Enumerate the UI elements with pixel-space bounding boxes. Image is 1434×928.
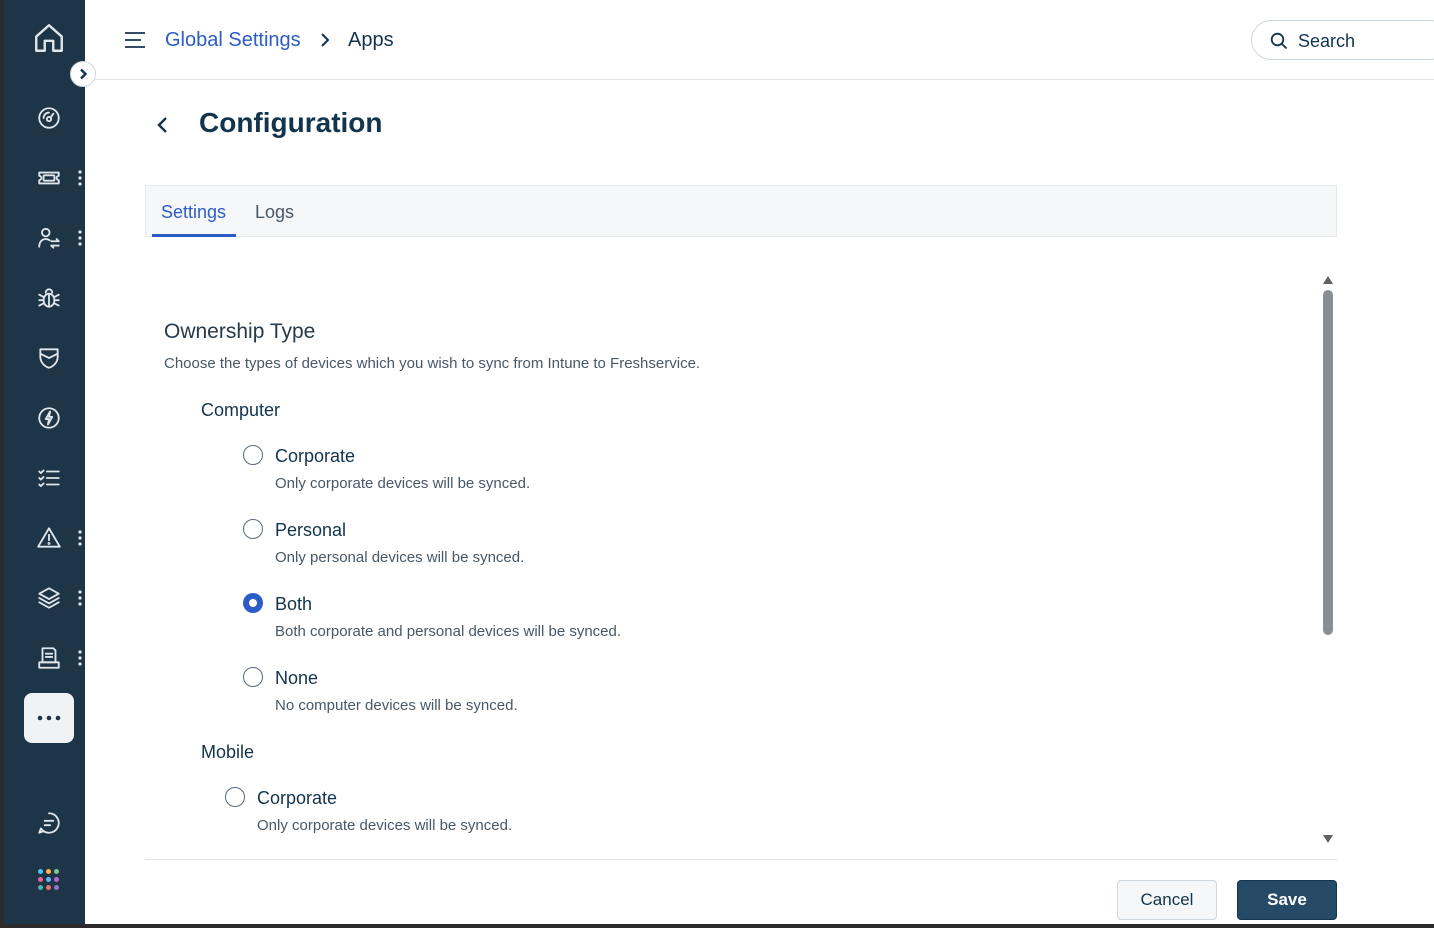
computer-none-label[interactable]: None bbox=[275, 668, 318, 689]
computer-personal-radio[interactable] bbox=[243, 519, 263, 539]
mobile-corporate-label[interactable]: Corporate bbox=[257, 788, 337, 809]
user-switch-menu-icon[interactable] bbox=[75, 228, 85, 248]
dashboard-icon[interactable] bbox=[32, 101, 66, 135]
hamburger-menu-icon[interactable] bbox=[124, 30, 146, 50]
lightning-icon[interactable] bbox=[32, 401, 66, 435]
computer-none-description: No computer devices will be synced. bbox=[275, 697, 518, 714]
scroll-down-arrow-icon[interactable] bbox=[1322, 831, 1334, 843]
tab-bar: Settings Logs bbox=[145, 185, 1337, 237]
layers-icon[interactable] bbox=[32, 581, 66, 615]
search-placeholder: Search bbox=[1298, 31, 1356, 51]
more-icon bbox=[37, 715, 61, 721]
app-frame: Global Settings Apps Search Configuratio… bbox=[0, 0, 1434, 924]
layers-menu-icon[interactable] bbox=[75, 588, 85, 608]
scroll-up-arrow-icon[interactable] bbox=[1322, 272, 1334, 284]
tab-settings[interactable]: Settings bbox=[161, 202, 226, 223]
breadcrumb-current: Apps bbox=[348, 29, 394, 51]
search-icon bbox=[1270, 32, 1288, 50]
sidebar-expand-button[interactable] bbox=[70, 61, 96, 87]
mobile-group-title: Mobile bbox=[201, 742, 255, 762]
mobile-corporate-radio[interactable] bbox=[225, 787, 245, 807]
section-title: Ownership Type bbox=[164, 320, 316, 343]
chevron-right-icon bbox=[317, 31, 333, 49]
ticket-menu-icon[interactable] bbox=[75, 168, 85, 188]
computer-both-label[interactable]: Both bbox=[275, 594, 312, 615]
more-button[interactable] bbox=[24, 693, 74, 743]
computer-corporate-radio[interactable] bbox=[243, 445, 263, 465]
settings-scroll-area[interactable]: Ownership Type Choose the types of devic… bbox=[145, 262, 1337, 847]
section-description: Choose the types of devices which you wi… bbox=[164, 355, 701, 372]
save-button[interactable]: Save bbox=[1237, 880, 1337, 920]
top-bar: Global Settings Apps Search bbox=[85, 0, 1434, 80]
breadcrumb-global-settings[interactable]: Global Settings bbox=[165, 29, 301, 52]
scrollbar[interactable] bbox=[1321, 270, 1335, 844]
chevron-right-icon bbox=[80, 68, 88, 80]
shield-icon[interactable] bbox=[32, 341, 66, 375]
left-nav bbox=[0, 0, 85, 924]
active-tab-indicator bbox=[152, 234, 236, 237]
user-switch-icon[interactable] bbox=[32, 221, 66, 255]
footer-divider bbox=[145, 859, 1337, 860]
computer-corporate-label[interactable]: Corporate bbox=[275, 446, 355, 467]
home-icon[interactable] bbox=[32, 21, 66, 55]
tab-logs[interactable]: Logs bbox=[255, 202, 294, 223]
mobile-corporate-description: Only corporate devices will be synced. bbox=[257, 817, 513, 834]
main-panel: Global Settings Apps Search Configuratio… bbox=[70, 0, 1434, 924]
computer-personal-label[interactable]: Personal bbox=[275, 520, 346, 541]
back-button[interactable] bbox=[153, 114, 173, 136]
apps-grid-icon[interactable] bbox=[38, 869, 60, 891]
bug-icon[interactable] bbox=[32, 281, 66, 315]
computer-corporate-description: Only corporate devices will be synced. bbox=[275, 475, 531, 492]
search-input[interactable]: Search bbox=[1251, 20, 1434, 60]
warning-icon[interactable] bbox=[32, 521, 66, 555]
checklist-icon[interactable] bbox=[32, 461, 66, 495]
document-menu-icon[interactable] bbox=[75, 648, 85, 668]
page-title: Configuration bbox=[199, 107, 383, 138]
computer-personal-description: Only personal devices will be synced. bbox=[275, 549, 525, 566]
ticket-icon[interactable] bbox=[32, 161, 66, 195]
document-icon[interactable] bbox=[32, 641, 66, 675]
computer-group-title: Computer bbox=[201, 400, 281, 420]
computer-both-radio[interactable] bbox=[243, 593, 263, 613]
warning-menu-icon[interactable] bbox=[75, 528, 85, 548]
chevron-left-icon bbox=[157, 117, 167, 133]
cancel-button[interactable]: Cancel bbox=[1117, 880, 1217, 920]
computer-both-description: Both corporate and personal devices will… bbox=[275, 623, 622, 640]
scrollbar-thumb[interactable] bbox=[1323, 290, 1333, 635]
chat-icon[interactable] bbox=[32, 806, 66, 840]
computer-none-radio[interactable] bbox=[243, 667, 263, 687]
